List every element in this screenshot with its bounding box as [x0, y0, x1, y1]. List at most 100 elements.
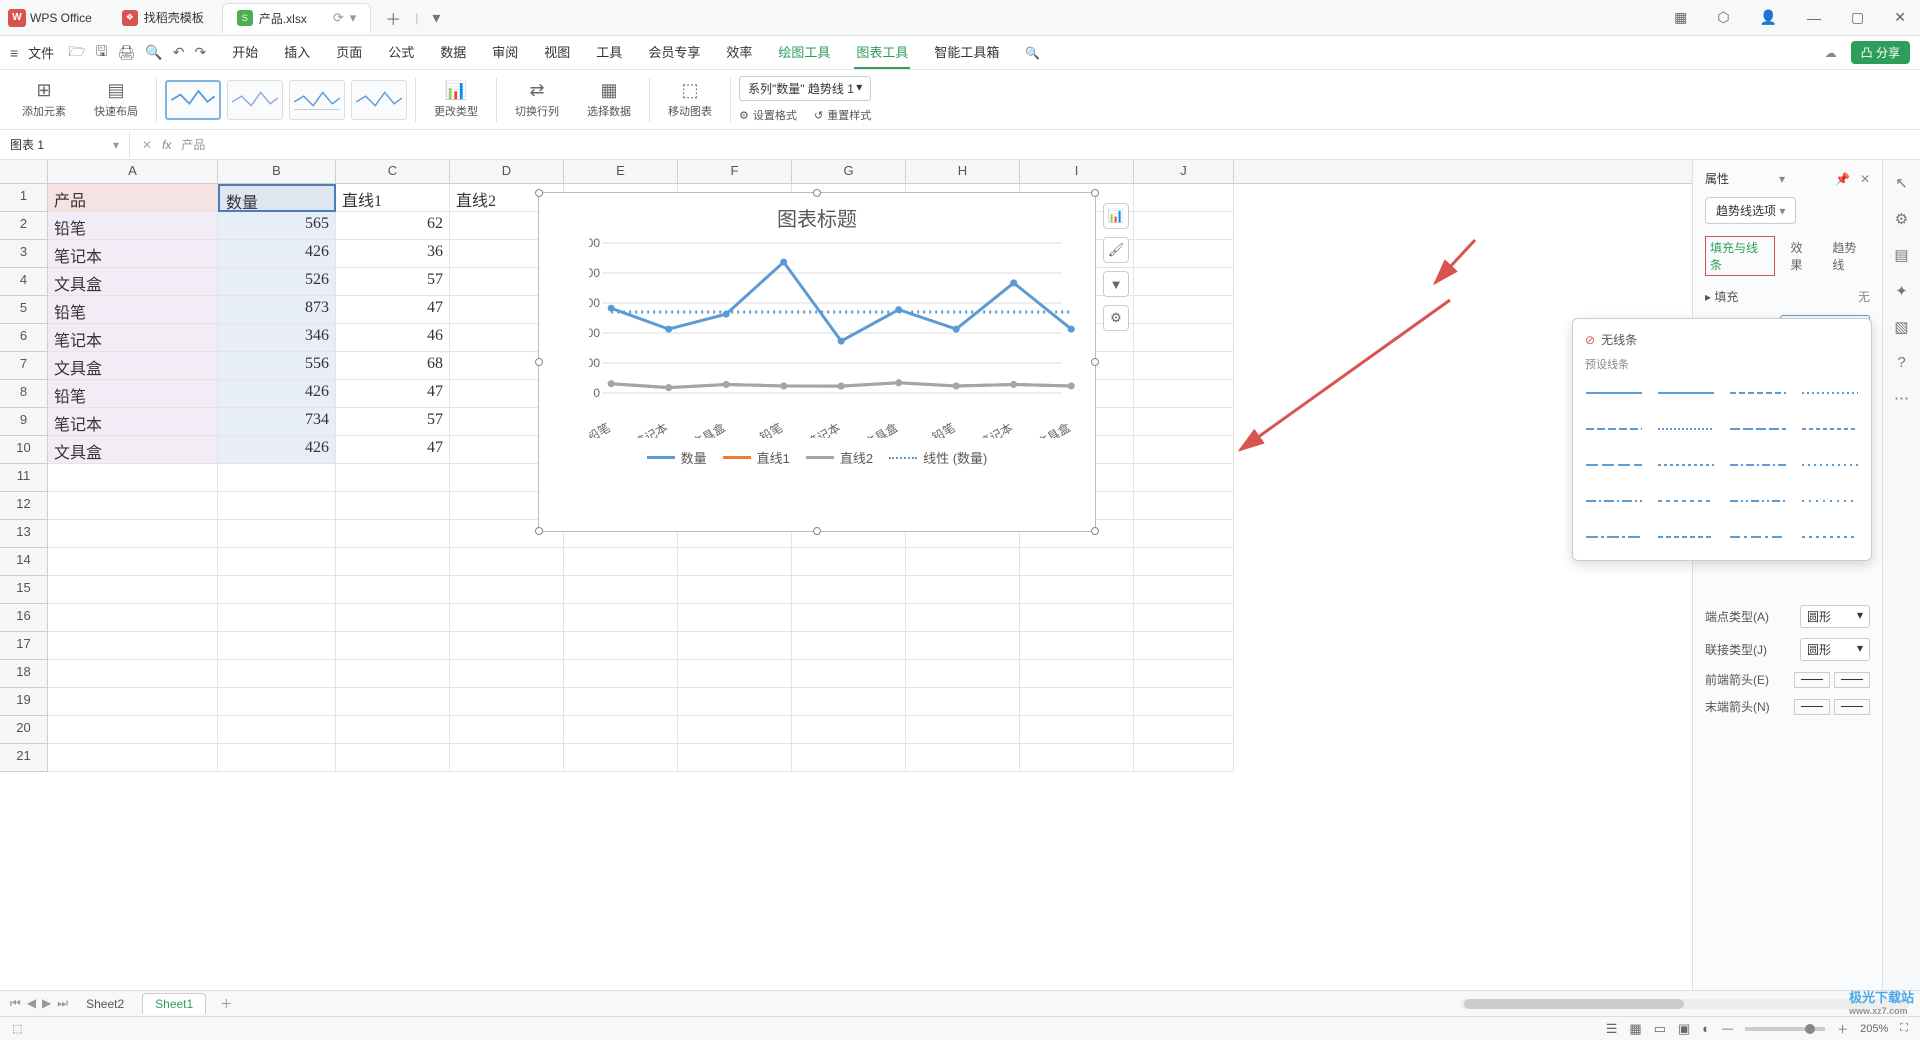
panel-tab-trendline[interactable]: 趋势线 [1830, 236, 1870, 276]
menu-formula[interactable]: 公式 [386, 36, 416, 69]
avatar-icon[interactable]: 👤 [1754, 7, 1783, 28]
switch-rc-button[interactable]: ⇄切换行列 [505, 78, 569, 121]
add-element-button[interactable]: ⊞添加元素 [12, 78, 76, 121]
line-style-option[interactable] [1657, 382, 1715, 404]
menu-tools[interactable]: 工具 [594, 36, 624, 69]
chart-styles-button[interactable]: 🖌 [1103, 237, 1129, 263]
line-style-option[interactable] [1729, 454, 1787, 476]
select-data-button[interactable]: ▦选择数据 [577, 78, 641, 121]
endcap-select[interactable]: 圆形▾ [1800, 605, 1870, 628]
line-style-option[interactable] [1657, 526, 1715, 548]
close-button[interactable]: ✕ [1888, 7, 1912, 28]
cloud-icon[interactable]: ☁ [1825, 46, 1837, 60]
zoom-value[interactable]: 205% [1860, 1023, 1888, 1035]
sheet-add-button[interactable]: ＋ [212, 995, 240, 1012]
chart-style-1[interactable] [165, 80, 221, 120]
clip-icon[interactable]: ▧ [1894, 318, 1908, 336]
theme-icon[interactable]: ◐ [1702, 1021, 1710, 1036]
select-icon[interactable]: ↖ [1895, 174, 1908, 192]
panel-tab-fill-line[interactable]: 填充与线条 [1705, 236, 1775, 276]
line-style-option[interactable] [1729, 526, 1787, 548]
cancel-icon[interactable]: ✕ [142, 138, 152, 152]
chart-filter-button[interactable]: ▼ [1103, 271, 1129, 297]
menu-page[interactable]: 页面 [334, 36, 364, 69]
redo-icon[interactable]: ↷ [194, 44, 206, 61]
print-icon[interactable]: 🖨 [118, 44, 136, 61]
preview-icon[interactable]: 🔍 [145, 44, 162, 61]
maximize-button[interactable]: ▢ [1845, 7, 1870, 28]
move-chart-button[interactable]: ⬚移动图表 [658, 78, 722, 121]
tab-document[interactable]: S 产品.xlsx ⟳ ▾ [222, 3, 371, 33]
line-style-option[interactable] [1585, 382, 1643, 404]
legend-item[interactable]: 直线1 [723, 448, 790, 467]
series-selector[interactable]: 系列"数量" 趋势线 1▾ [739, 76, 871, 101]
menu-view[interactable]: 视图 [542, 36, 572, 69]
pin-icon[interactable]: 📌 [1835, 172, 1850, 186]
chart-elements-button[interactable]: 📊 [1103, 203, 1129, 229]
quick-layout-button[interactable]: ▤快速布局 [84, 78, 148, 121]
change-type-button[interactable]: 📊更改类型 [424, 78, 488, 121]
view-reading-icon[interactable]: ▣ [1678, 1021, 1690, 1037]
legend-item[interactable]: 线性 (数量) [889, 448, 987, 467]
start-arrow-size[interactable] [1834, 672, 1870, 688]
line-style-option[interactable] [1585, 418, 1643, 440]
line-style-option[interactable] [1585, 490, 1643, 512]
chart-settings-button[interactable]: ⚙ [1103, 305, 1129, 331]
line-style-option[interactable] [1585, 526, 1643, 548]
settings-icon[interactable]: ⚙ [1895, 210, 1908, 228]
line-style-option[interactable] [1801, 454, 1859, 476]
line-style-option[interactable] [1729, 490, 1787, 512]
end-arrow-size[interactable] [1834, 699, 1870, 715]
zoom-out-button[interactable]: — [1722, 1023, 1733, 1035]
chart-style-3[interactable] [289, 80, 345, 120]
fx-icon[interactable]: fx [162, 138, 171, 152]
line-style-option[interactable] [1657, 418, 1715, 440]
name-box[interactable]: 图表 1▾ [0, 132, 130, 157]
line-style-option[interactable] [1657, 490, 1715, 512]
chart-style-gallery[interactable] [165, 80, 407, 120]
chart-style-4[interactable] [351, 80, 407, 120]
set-format-button[interactable]: ⚙设置格式 ↺重置样式 [739, 107, 871, 123]
grid-icon[interactable]: ▦ [1668, 7, 1693, 28]
fill-value[interactable]: 无 [1858, 288, 1870, 305]
menu-insert[interactable]: 插入 [282, 36, 312, 69]
panel-tab-effects[interactable]: 效果 [1789, 236, 1817, 276]
open-icon[interactable]: 🗁 [68, 41, 85, 65]
tab-template[interactable]: ❖ 找稻壳模板 [108, 3, 218, 32]
fullscreen-icon[interactable]: ⛶ [1900, 1022, 1908, 1035]
minimize-button[interactable]: — [1801, 8, 1827, 28]
legend-item[interactable]: 数量 [647, 448, 707, 467]
menu-chart-tools[interactable]: 图表工具 [854, 36, 910, 69]
hamburger-icon[interactable]: ≡ [10, 45, 18, 61]
view-break-icon[interactable]: ▭ [1654, 1021, 1666, 1037]
menu-data[interactable]: 数据 [438, 36, 468, 69]
zoom-slider[interactable] [1745, 1027, 1825, 1031]
line-style-option[interactable] [1585, 454, 1643, 476]
zoom-in-button[interactable]: ＋ [1837, 1021, 1848, 1037]
sheet-nav[interactable]: ⏮◀▶⏭ [10, 996, 68, 1011]
line-style-option[interactable] [1729, 418, 1787, 440]
line-style-option[interactable] [1801, 490, 1859, 512]
menu-draw-tools[interactable]: 绘图工具 [776, 36, 832, 69]
menu-start[interactable]: 开始 [230, 36, 260, 69]
end-arrow-style[interactable] [1794, 699, 1830, 715]
view-normal-icon[interactable]: ☰ [1606, 1021, 1618, 1037]
menu-member[interactable]: 会员专享 [646, 36, 702, 69]
formula-input[interactable]: 产品 [181, 136, 205, 153]
tools-icon[interactable]: ✦ [1895, 282, 1908, 300]
chart-title[interactable]: 图表标题 [539, 193, 1095, 238]
trendline-options-selector[interactable]: 趋势线选项 ▾ [1705, 197, 1796, 224]
horizontal-scrollbar[interactable] [1460, 999, 1910, 1009]
line-style-option[interactable] [1729, 382, 1787, 404]
undo-icon[interactable]: ↶ [173, 44, 185, 61]
search-icon[interactable]: 🔍 [1025, 46, 1040, 60]
panel-close-icon[interactable]: ✕ [1860, 172, 1870, 186]
tab-menu-icon[interactable]: ▾ [350, 10, 357, 26]
tab-add-button[interactable]: ＋ [375, 2, 411, 34]
menu-smart-tools[interactable]: 智能工具箱 [932, 36, 1001, 69]
help-icon[interactable]: ? [1897, 354, 1905, 371]
layers-icon[interactable]: ▤ [1894, 246, 1908, 264]
more-icon[interactable]: ⋯ [1894, 389, 1909, 407]
join-select[interactable]: 圆形▾ [1800, 638, 1870, 661]
chart-plot-area[interactable]: 10008006004002000铅笔笔记本文具盒铅笔笔记本文具盒铅笔笔记本文具… [539, 238, 1095, 438]
